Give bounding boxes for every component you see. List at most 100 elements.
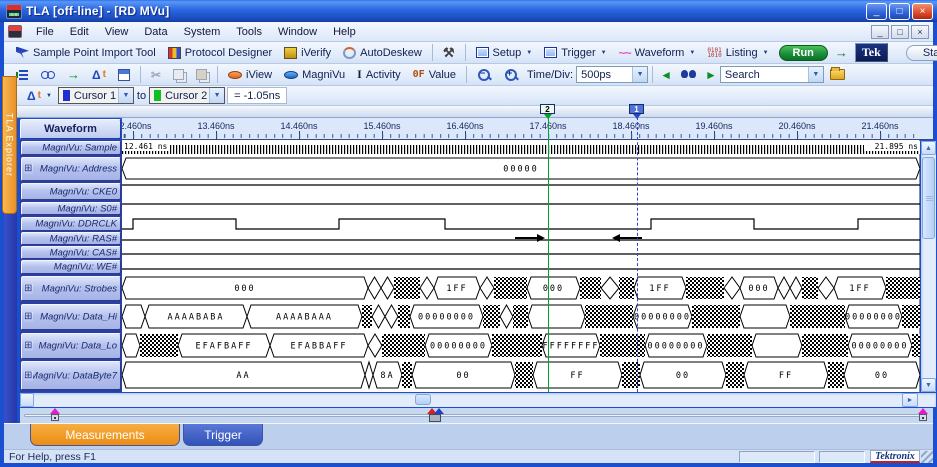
- scroll-left-button[interactable]: [20, 393, 34, 407]
- cursor-1-line[interactable]: [637, 112, 638, 392]
- menu-item-help[interactable]: Help: [325, 24, 364, 40]
- mdi-child-icon[interactable]: [8, 25, 22, 38]
- find-button[interactable]: [675, 68, 702, 81]
- waveform-display-area[interactable]: 12.461 ns 21.895 ns 00000 000 1FF 000 1FF 000 1F…: [122, 140, 920, 392]
- chevron-down-icon[interactable]: ▼: [117, 88, 133, 103]
- cursor-1-handle[interactable]: 1: [629, 104, 644, 114]
- menu-item-data[interactable]: Data: [136, 24, 175, 40]
- expand-icon[interactable]: ⊞: [24, 370, 34, 381]
- value-button[interactable]: 0F Value: [407, 67, 462, 83]
- chevron-down-icon[interactable]: ▼: [209, 88, 225, 103]
- iview-button[interactable]: iView: [222, 67, 278, 83]
- time-ruler[interactable]: 12.460ns 13.460ns 14.460ns 15.460ns 16.460ns…: [122, 118, 920, 140]
- menu-item-file[interactable]: File: [28, 24, 62, 40]
- signal-label-cas[interactable]: MagniVu: CAS#: [21, 246, 121, 259]
- search-select[interactable]: Search ▼: [719, 66, 824, 83]
- minimize-button[interactable]: _: [866, 2, 887, 20]
- menu-item-edit[interactable]: Edit: [62, 24, 97, 40]
- signal-label-data_hi[interactable]: ⊞ MagniVu: Data_Hi: [21, 304, 121, 330]
- autodeskew-button[interactable]: AutoDeskew: [337, 45, 428, 61]
- horizontal-scrollbar[interactable]: ►: [20, 393, 936, 407]
- signal-label-strobes[interactable]: ⊞ MagniVu: Strobes: [21, 276, 121, 301]
- marker-overview-bar[interactable]: [20, 408, 933, 423]
- tab-measurements[interactable]: Measurements: [30, 424, 180, 446]
- cut-button[interactable]: ✂: [145, 66, 167, 84]
- goto-button[interactable]: →: [61, 65, 86, 84]
- expand-icon[interactable]: ⊞: [24, 312, 34, 322]
- menu-item-tools[interactable]: Tools: [228, 24, 270, 40]
- properties-button[interactable]: [112, 67, 136, 83]
- iverify-button[interactable]: iVerify: [278, 45, 337, 61]
- cursor2-select[interactable]: Cursor 2 ▼: [149, 87, 226, 104]
- marker-handle: [919, 414, 927, 421]
- paste-button[interactable]: [190, 67, 213, 82]
- signal-label-we[interactable]: MagniVu: WE#: [21, 260, 121, 274]
- chevron-down-icon[interactable]: ▼: [807, 67, 823, 82]
- signal-label-data_lo[interactable]: ⊞ MagniVu: Data_Lo: [21, 333, 121, 359]
- setup-dropdown-button[interactable]: Setup ▼: [470, 45, 539, 61]
- maximize-button[interactable]: □: [889, 2, 910, 20]
- zoom-in-button[interactable]: +: [498, 66, 525, 84]
- activity-button[interactable]: Ι Activity: [351, 65, 407, 84]
- scroll-up-button[interactable]: ▲: [921, 141, 936, 155]
- run-button[interactable]: Run: [778, 44, 828, 61]
- ruler-tick-label: 20.460ns: [778, 121, 816, 131]
- tla-explorer-tab[interactable]: TLA Explorer: [2, 76, 17, 214]
- status-button[interactable]: Status: [905, 44, 937, 61]
- waveform-dropdown-button[interactable]: ~~ Waveform ▼: [613, 44, 702, 62]
- expand-icon[interactable]: ⊞: [24, 341, 34, 351]
- mdi-restore-button[interactable]: □: [891, 24, 909, 39]
- tools-hammer-button[interactable]: ⚒: [437, 43, 461, 63]
- copy-button[interactable]: [167, 67, 190, 82]
- delta-time-button[interactable]: Δt ▼: [21, 87, 58, 105]
- sample-point-import-tool-button[interactable]: Sample Point Import Tool: [10, 45, 162, 61]
- expand-icon[interactable]: ⊞: [24, 283, 34, 294]
- menu-item-window[interactable]: Window: [270, 24, 325, 40]
- signal-label-databyte7[interactable]: ⊞ MagniVu: DataByte7: [21, 361, 121, 390]
- menu-item-system[interactable]: System: [176, 24, 229, 40]
- to-label: to: [136, 89, 147, 102]
- signal-label-ddrclk[interactable]: MagniVu: DDRCLK: [21, 217, 121, 231]
- close-button[interactable]: ×: [912, 2, 933, 20]
- signal-label-address[interactable]: ⊞ MagniVu: Address: [21, 157, 121, 181]
- search-next-button[interactable]: ►: [702, 68, 720, 82]
- protocol-designer-button[interactable]: Protocol Designer: [162, 45, 278, 61]
- add-data-source-button[interactable]: [35, 68, 61, 82]
- mdi-minimize-button[interactable]: _: [871, 24, 889, 39]
- signal-label-cke0[interactable]: MagniVu: CKE0: [21, 183, 121, 200]
- trigger-dropdown-button[interactable]: Trigger ▼: [538, 45, 612, 61]
- timediv-select[interactable]: 500ps ▼: [576, 66, 649, 83]
- expand-icon[interactable]: ⊞: [24, 164, 34, 174]
- data-begin-marker[interactable]: [50, 408, 62, 422]
- menu-item-view[interactable]: View: [97, 24, 137, 40]
- signal-label-ras[interactable]: MagniVu: RAS#: [21, 232, 121, 245]
- cursor-marker-strip[interactable]: [17, 106, 933, 118]
- timediv-label: Time/Div:: [527, 68, 574, 81]
- svg-text:00000000: 00000000: [634, 313, 691, 323]
- listing-dropdown-button[interactable]: 0101 1010 Listing ▼: [701, 45, 774, 61]
- ruler-major-tick: [880, 131, 881, 139]
- data-end-marker: [918, 408, 930, 422]
- scroll-down-button[interactable]: ▼: [921, 378, 936, 392]
- add-delta-measurement-button[interactable]: Δt: [86, 66, 112, 84]
- chevron-down-icon[interactable]: ▼: [632, 67, 648, 82]
- magnivu-button[interactable]: MagniVu: [278, 67, 351, 83]
- trigger-position-marker[interactable]: [427, 408, 444, 422]
- search-previous-button[interactable]: ◄: [657, 68, 675, 82]
- signal-label-s0[interactable]: MagniVu: S0#: [21, 202, 121, 215]
- status-bar: For Help, press F1 Tektronix: [4, 449, 933, 463]
- tab-trigger[interactable]: Trigger: [183, 424, 263, 446]
- mdi-close-button[interactable]: ×: [911, 24, 929, 39]
- waveform-column-header[interactable]: Waveform: [20, 119, 121, 139]
- vertical-scrollbar[interactable]: ▲ ▼: [921, 141, 936, 392]
- scroll-right-button[interactable]: ►: [902, 393, 918, 407]
- zoom-out-button[interactable]: −: [471, 66, 498, 84]
- resize-grip[interactable]: [921, 451, 933, 463]
- vertical-scrollbar-thumb[interactable]: [922, 157, 935, 239]
- horizontal-scrollbar-thumb[interactable]: [415, 394, 431, 405]
- signal-label-sample[interactable]: MagniVu: Sample: [21, 141, 121, 155]
- cursor1-select[interactable]: Cursor 1 ▼: [57, 87, 134, 104]
- search-definition-button[interactable]: [824, 67, 851, 82]
- cursor-2-handle[interactable]: 2: [540, 104, 555, 114]
- cursor-2-line[interactable]: [548, 112, 549, 392]
